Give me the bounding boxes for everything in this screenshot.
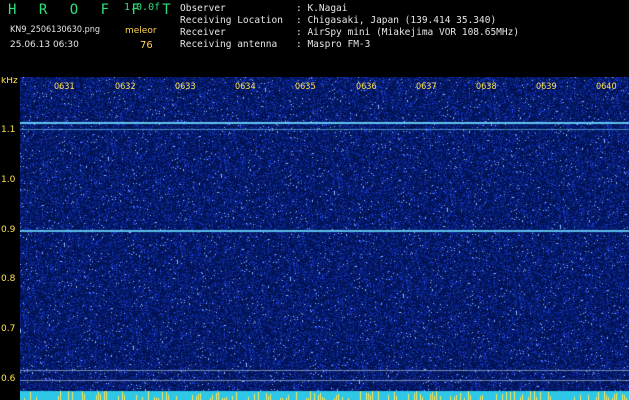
freq-tick-label: 0.6 bbox=[1, 374, 16, 384]
time-tick-label: 0632 bbox=[115, 82, 136, 92]
time-tick-label: 0631 bbox=[54, 82, 75, 92]
time-tick-label: 0633 bbox=[175, 82, 196, 92]
time-tick-label: 0635 bbox=[295, 82, 316, 92]
observer-value: : K.Nagai bbox=[296, 3, 348, 14]
freq-tick-label: 0.9 bbox=[1, 225, 16, 235]
time-tick-label: 0639 bbox=[536, 82, 557, 92]
time-tick-label: 0638 bbox=[476, 82, 497, 92]
antenna-label: Receiving antenna bbox=[180, 39, 278, 50]
time-tick-label: 0636 bbox=[356, 82, 377, 92]
freq-tick-label: 0.8 bbox=[1, 274, 16, 284]
waterfall-canvas bbox=[20, 77, 629, 400]
time-tick-label: 0634 bbox=[235, 82, 256, 92]
receiver-value: : AirSpy mini (Miakejima VOR 108.65MHz) bbox=[296, 27, 520, 38]
datetime-label: 25.06.13 06:30 bbox=[10, 40, 79, 50]
header-panel: H R O F F T 1.0.0f KN9_2506130630.png me… bbox=[0, 0, 629, 76]
observer-label: Observer bbox=[180, 3, 226, 14]
spectrogram-panel: kHz 1.1 1.0 0.9 0.8 0.7 0.6 0631 0632 06… bbox=[0, 77, 629, 400]
location-value: : Chigasaki, Japan (139.414 35.340) bbox=[296, 15, 497, 26]
location-label: Receiving Location bbox=[180, 15, 283, 26]
file-name: KN9_2506130630.png bbox=[10, 25, 101, 35]
count-label: 76 bbox=[140, 40, 153, 51]
app-version: 1.0.0f bbox=[124, 2, 161, 13]
antenna-value: : Maspro FM-3 bbox=[296, 39, 371, 50]
time-tick-label: 0637 bbox=[416, 82, 437, 92]
receiver-label: Receiver bbox=[180, 27, 226, 38]
freq-tick-label: 1.1 bbox=[1, 125, 16, 135]
freq-tick-label: 1.0 bbox=[1, 175, 16, 185]
frequency-axis: kHz 1.1 1.0 0.9 0.8 0.7 0.6 bbox=[0, 77, 20, 400]
axis-unit: kHz bbox=[1, 77, 18, 86]
time-tick-label: 0640 bbox=[596, 82, 617, 92]
mode-label: meleor bbox=[125, 26, 157, 36]
freq-tick-label: 0.7 bbox=[1, 324, 16, 334]
